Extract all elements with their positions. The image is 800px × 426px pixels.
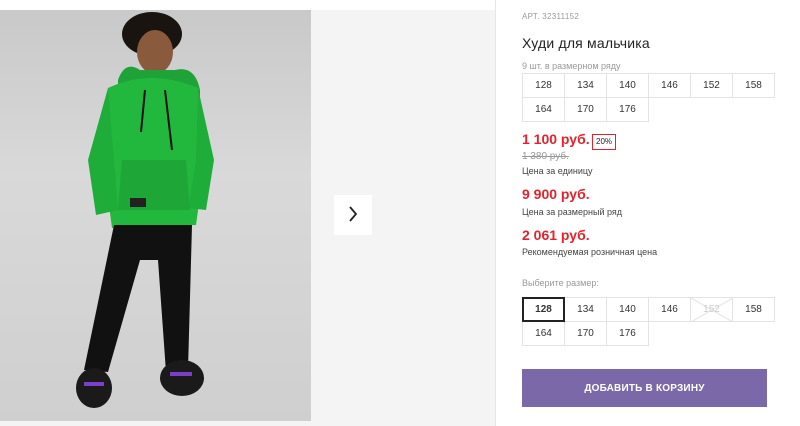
product-photo (0, 10, 311, 421)
unit-price-caption: Цена за единицу (522, 166, 593, 176)
add-to-cart-button[interactable]: ДОБАВИТЬ В КОРЗИНУ (522, 369, 767, 407)
size-option-176[interactable]: 176 (606, 321, 649, 346)
size-option-152: 152 (690, 297, 733, 322)
pack-size: 158 (732, 73, 775, 98)
pack-size: 164 (522, 97, 565, 122)
pack-price: 9 900 руб. (522, 186, 590, 202)
article-label: АРТ. (522, 12, 540, 21)
size-option-134[interactable]: 134 (564, 297, 607, 322)
old-price: 1 380 руб. (522, 151, 569, 162)
article-number: АРТ. 32311152 (522, 12, 579, 21)
chevron-right-icon (348, 205, 358, 225)
pack-note: 9 шт. в размерном ряду (522, 61, 621, 71)
product-title: Худи для мальчика (522, 35, 650, 51)
size-option-170[interactable]: 170 (564, 321, 607, 346)
pack-size: 140 (606, 73, 649, 98)
next-image-button[interactable] (334, 195, 372, 235)
pack-size: 152 (690, 73, 733, 98)
retail-price: 2 061 руб. (522, 227, 590, 243)
size-option-164[interactable]: 164 (522, 321, 565, 346)
retail-price-caption: Рекомендуемая розничная цена (522, 247, 658, 257)
pack-size: 146 (648, 73, 691, 98)
size-option-158[interactable]: 158 (732, 297, 775, 322)
article-value: 32311152 (542, 12, 580, 21)
product-gallery (0, 10, 495, 426)
size-option-146[interactable]: 146 (648, 297, 691, 322)
size-picker-grid: 128 134 140 146 152 158 164 170 176 (522, 297, 775, 346)
pack-size: 170 (564, 97, 607, 122)
pack-sizes-grid: 128 134 140 146 152 158 164 170 176 (522, 73, 775, 122)
model-illustration (76, 12, 214, 408)
pack-size: 176 (606, 97, 649, 122)
panel-divider (495, 0, 496, 426)
pack-size: 134 (564, 73, 607, 98)
discount-badge: 20% (592, 134, 617, 150)
unit-price: 1 100 руб. (522, 131, 590, 147)
size-option-128[interactable]: 128 (522, 297, 565, 322)
size-picker-label: Выберите размер: (522, 278, 599, 288)
pack-price-caption: Цена за размерный ряд (522, 207, 623, 217)
pack-size: 128 (522, 73, 565, 98)
size-option-140[interactable]: 140 (606, 297, 649, 322)
size-option-label: 152 (703, 304, 720, 315)
